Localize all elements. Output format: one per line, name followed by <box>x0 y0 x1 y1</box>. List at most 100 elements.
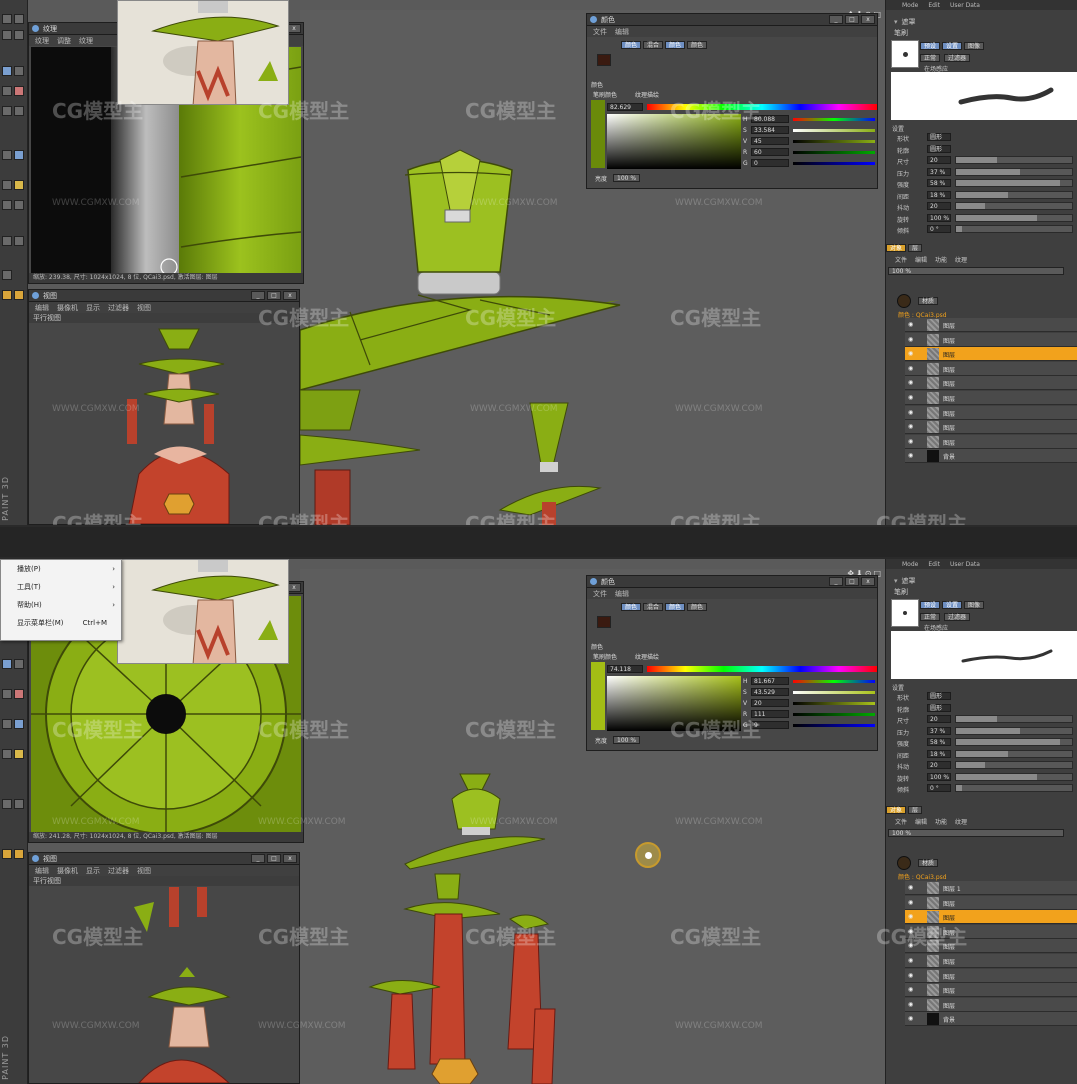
menu-item[interactable]: 编辑 <box>615 27 629 37</box>
close-button[interactable]: x <box>283 291 297 300</box>
menu-item[interactable]: 过滤器 <box>108 866 129 876</box>
brush-preview[interactable] <box>891 599 919 627</box>
menu-item[interactable]: User Data <box>950 561 980 568</box>
prop-value-field[interactable]: 37 % <box>927 167 951 176</box>
tool-button[interactable] <box>14 30 24 40</box>
brush-color-option[interactable]: 笔刷颜色 <box>593 652 617 661</box>
layer-row[interactable]: ◉ 背景 <box>905 1012 1077 1027</box>
menu-item[interactable]: 文件 <box>593 589 607 599</box>
menu-item[interactable]: 编辑 <box>35 866 49 876</box>
prop-slider[interactable] <box>955 784 1073 792</box>
maximize-button[interactable]: □ <box>267 291 281 300</box>
tab-image[interactable]: 图像 <box>964 601 985 609</box>
menu-item[interactable]: 文件 <box>895 817 907 826</box>
tab-layers[interactable]: 层 <box>908 244 923 252</box>
prop-value-field[interactable]: 100 % <box>927 772 951 781</box>
brush-preview[interactable] <box>891 40 919 68</box>
prop-value-field[interactable]: 圆形 <box>927 692 951 700</box>
tool-button[interactable] <box>14 236 24 246</box>
tool-button[interactable] <box>2 106 12 116</box>
layer-row[interactable]: ◉ 图层 <box>905 405 1077 420</box>
prop-value-field[interactable]: 20 <box>927 156 951 164</box>
layer-row[interactable]: ◉ 图层 <box>905 347 1077 362</box>
layer-row[interactable]: ◉ 图层 <box>905 434 1077 449</box>
prop-value-field[interactable]: 100 % <box>927 213 951 222</box>
menu-item-help[interactable]: 帮助(H) › <box>1 596 121 614</box>
brush-color-option[interactable]: 笔刷颜色 <box>593 90 617 99</box>
maximize-button[interactable]: □ <box>845 577 859 586</box>
eye-icon[interactable]: ◉ <box>908 379 916 386</box>
tool-button[interactable] <box>14 290 24 300</box>
eye-icon[interactable]: ◉ <box>908 365 916 372</box>
hue-spectrum[interactable] <box>647 104 877 110</box>
menu-item[interactable]: 编辑 <box>35 303 49 313</box>
tab-objects[interactable]: 对象 <box>886 806 907 814</box>
layer-row[interactable]: ◉ 图层 <box>905 997 1077 1012</box>
menu-item[interactable]: Edit <box>928 2 940 9</box>
eye-icon[interactable]: ◉ <box>908 884 916 891</box>
prop-slider[interactable] <box>955 738 1073 746</box>
menu-item[interactable]: Mode <box>902 561 918 568</box>
maximize-button[interactable]: □ <box>845 15 859 24</box>
color-window[interactable]: 颜色 _ □ x 文件 编辑 颜色 混合 颜色 颜色 颜色 笔刷颜色 纹理描绘 82… <box>586 13 878 189</box>
color-window-titlebar[interactable]: 颜色 _ □ x <box>587 576 877 588</box>
eye-icon[interactable]: ◉ <box>908 942 916 949</box>
prop-value-field[interactable]: 58 % <box>927 179 951 187</box>
saturation-value-field[interactable] <box>607 676 741 731</box>
minimize-button[interactable]: _ <box>251 854 265 863</box>
tool-button[interactable] <box>2 86 12 96</box>
saturation-value-field[interactable] <box>607 114 741 169</box>
color-hex-value[interactable]: 82.629 <box>607 103 643 111</box>
view-window-titlebar[interactable]: 视图 _ □ x <box>29 853 299 865</box>
tool-button[interactable] <box>14 66 24 76</box>
tab-preset[interactable]: 预设 <box>920 42 941 50</box>
material-ball[interactable] <box>897 294 911 308</box>
star-icon[interactable] <box>14 749 24 759</box>
layer-row[interactable]: ◉ 图层 1 <box>905 881 1077 895</box>
menu-item-play[interactable]: 播放(P) › <box>1 560 121 578</box>
tool-button[interactable] <box>2 849 12 859</box>
tab-settings[interactable]: 设置 <box>942 601 963 609</box>
close-button[interactable]: x <box>287 24 301 33</box>
tool-button[interactable] <box>2 200 12 210</box>
eye-icon[interactable]: ◉ <box>908 986 916 993</box>
tab-color[interactable]: 颜色 <box>621 41 642 49</box>
eye-icon[interactable]: ◉ <box>908 1001 916 1008</box>
tab-settings[interactable]: 设置 <box>942 42 963 50</box>
prop-value-field[interactable]: 20 <box>927 761 951 769</box>
tab-objects[interactable]: 对象 <box>886 244 907 252</box>
filter-button[interactable]: 过滤器 <box>944 54 971 62</box>
tool-button[interactable] <box>2 150 12 160</box>
prop-value-field[interactable]: 18 % <box>927 749 951 758</box>
menu-item[interactable]: 编辑 <box>915 255 927 264</box>
tab-preset[interactable]: 预设 <box>920 601 941 609</box>
layer-row[interactable]: ◉ 图层 <box>905 983 1077 998</box>
tool-button[interactable] <box>2 689 12 699</box>
tab-mix[interactable]: 混合 <box>643 603 664 611</box>
menu-item[interactable]: 摄像机 <box>57 866 78 876</box>
tab-color[interactable]: 颜色 <box>621 603 642 611</box>
menu-item[interactable]: 功能 <box>935 817 947 826</box>
brightness-value[interactable]: 100 % <box>613 174 641 182</box>
color-swatch[interactable] <box>597 616 611 628</box>
eye-icon[interactable]: ◉ <box>908 972 916 979</box>
menu-item[interactable]: 纹理 <box>955 817 967 826</box>
mask-tab[interactable]: ▾ 遮罩 <box>886 575 1077 586</box>
tool-button[interactable] <box>2 30 12 40</box>
layer-row[interactable]: ◉ 图层 <box>905 924 1077 939</box>
menu-item[interactable]: 调整 <box>57 36 71 46</box>
prop-slider[interactable] <box>955 190 1073 199</box>
menu-item[interactable]: 功能 <box>935 255 947 264</box>
hue-spectrum[interactable] <box>647 666 877 672</box>
prop-slider[interactable] <box>955 715 1073 723</box>
layer-row[interactable]: ◉ 图层 <box>905 332 1077 347</box>
layer-zoom-field[interactable]: 100 % <box>888 829 1064 837</box>
tool-button[interactable] <box>2 290 12 300</box>
prop-slider[interactable] <box>955 156 1073 164</box>
minimize-button[interactable]: _ <box>829 15 843 24</box>
layer-row[interactable]: ◉ 图层 <box>905 895 1077 910</box>
menu-item[interactable]: Mode <box>902 2 918 9</box>
view-window[interactable]: 视图 _ □ x 编辑 摄像机 显示 过滤器 视图 平行视图 <box>28 852 300 1084</box>
menu-item[interactable]: User Data <box>950 2 980 9</box>
prop-slider[interactable] <box>955 213 1073 222</box>
